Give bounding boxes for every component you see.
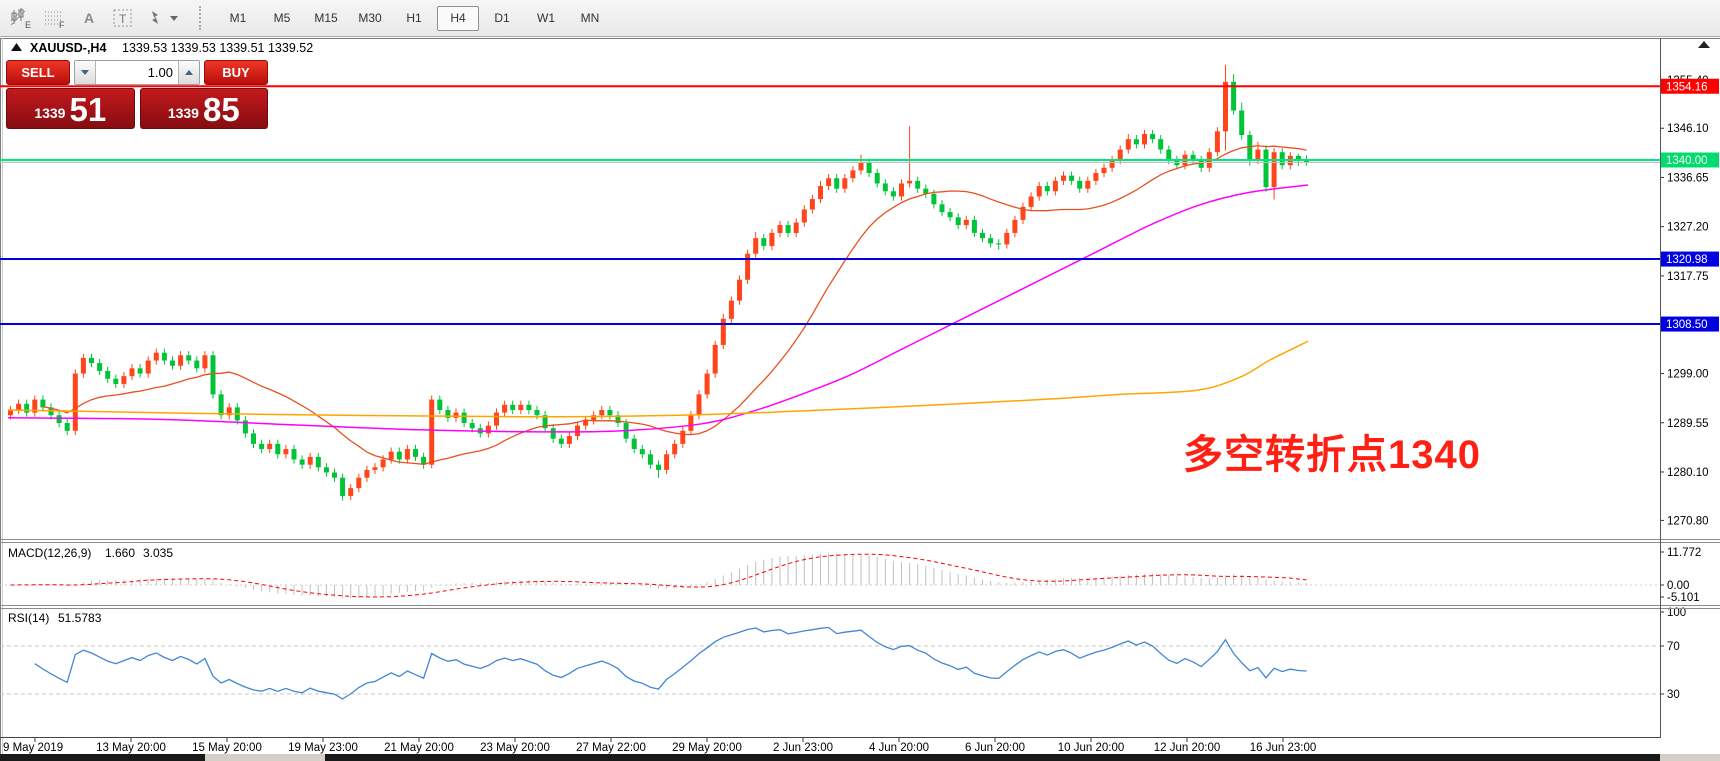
sell-price-big: 51 <box>69 91 106 129</box>
svg-text:23 May 20:00: 23 May 20:00 <box>480 742 550 754</box>
svg-text:1270.80: 1270.80 <box>1667 515 1709 527</box>
h-scrollbar-corner <box>1660 754 1720 761</box>
timeframe-m1[interactable]: M1 <box>217 6 259 31</box>
panel-separators <box>0 38 1720 738</box>
macd-signal-value: 3.035 <box>143 546 173 560</box>
volume-spinner <box>74 60 200 85</box>
grid-icon[interactable]: F <box>39 4 71 32</box>
buy-price-display[interactable]: 1339 85 <box>140 88 269 129</box>
svg-text:1280.10: 1280.10 <box>1667 467 1709 479</box>
svg-text:1299.00: 1299.00 <box>1667 369 1709 381</box>
svg-text:12 Jun 20:00: 12 Jun 20:00 <box>1154 742 1221 754</box>
timeframe-h4[interactable]: H4 <box>437 6 479 31</box>
scroll-top-icon[interactable] <box>1698 41 1710 48</box>
timeframe-m30[interactable]: M30 <box>349 6 391 31</box>
svg-text:16 Jun 23:00: 16 Jun 23:00 <box>1250 742 1317 754</box>
macd-panel: 11.772 0.00-5.101 <box>0 547 1701 604</box>
price-axis: 1355.401346.101336.651327.201317.751308.… <box>1660 75 1709 528</box>
svg-text:27 May 22:00: 27 May 22:00 <box>576 742 646 754</box>
svg-text:30: 30 <box>1667 689 1680 701</box>
trade-price-row: 1339 51 1339 85 <box>6 88 268 129</box>
timeframe-m5[interactable]: M5 <box>261 6 303 31</box>
timeframe-w1[interactable]: W1 <box>525 6 567 31</box>
h-scrollbar <box>0 754 1720 761</box>
svg-text:1340.00: 1340.00 <box>1666 155 1708 167</box>
svg-text:1346.10: 1346.10 <box>1667 123 1709 135</box>
svg-text:0.00: 0.00 <box>1667 580 1689 592</box>
candlestick-chart-icon[interactable]: E <box>5 4 37 32</box>
annotation-text: 多空转折点1340 <box>1183 433 1481 477</box>
cursor-arrows-glyph <box>144 7 184 29</box>
svg-text:1327.20: 1327.20 <box>1667 222 1709 234</box>
chevron-down-icon <box>81 70 89 79</box>
font-a-glyph: A <box>77 7 101 29</box>
cursor-arrows-icon[interactable] <box>141 4 187 32</box>
buy-price-small: 1339 <box>168 105 199 121</box>
svg-text:1336.65: 1336.65 <box>1667 172 1709 184</box>
symbol-collapse-icon[interactable] <box>11 43 22 51</box>
window-borders <box>0 38 1720 761</box>
svg-text:1317.75: 1317.75 <box>1667 271 1709 283</box>
svg-text:15 May 20:00: 15 May 20:00 <box>192 742 262 754</box>
toolbar: E F A T <box>0 0 1720 37</box>
rsi-label: RSI(14) <box>8 611 49 625</box>
timeframe-h1[interactable]: H1 <box>393 6 435 31</box>
svg-text:9 May 2019: 9 May 2019 <box>3 742 63 754</box>
chevron-up-icon <box>185 66 193 75</box>
moving-averages-layer <box>8 146 1308 465</box>
sell-price-display[interactable]: 1339 51 <box>6 88 135 129</box>
macd-value: 1.660 <box>105 546 135 560</box>
sell-price-small: 1339 <box>34 105 65 121</box>
rsi-value: 51.5783 <box>58 611 102 625</box>
svg-text:21 May 20:00: 21 May 20:00 <box>384 742 454 754</box>
candles-layer <box>8 65 1309 501</box>
svg-text:19 May 23:00: 19 May 23:00 <box>288 742 358 754</box>
timeframe-m15[interactable]: M15 <box>305 6 347 31</box>
volume-input[interactable] <box>96 61 178 84</box>
chart-symbol-title: XAUUSD-,H4 <box>30 41 106 55</box>
svg-text:29 May 20:00: 29 May 20:00 <box>672 742 742 754</box>
timeframe-d1[interactable]: D1 <box>481 6 523 31</box>
svg-text:1320.98: 1320.98 <box>1666 254 1708 266</box>
svg-text:11.772: 11.772 <box>1667 547 1701 559</box>
toolbar-separator <box>199 6 207 30</box>
price-axis-tags: 1354.16 1340.00 1320.98 1308.50 <box>1661 79 1719 332</box>
chart-ohlc-values: 1339.53 1339.53 1339.51 1339.52 <box>122 41 313 55</box>
svg-text:70: 70 <box>1667 641 1680 653</box>
svg-text:E: E <box>25 20 31 29</box>
volume-increase-button[interactable] <box>178 61 199 84</box>
candlestick-chart-glyph: E <box>9 7 33 29</box>
one-click-trading-panel: SELL BUY 1339 51 1339 85 <box>6 60 268 129</box>
buy-price-big: 85 <box>203 91 240 129</box>
rsi-panel: 1007030 <box>0 607 1686 701</box>
text-label-icon[interactable]: T <box>107 4 139 32</box>
macd-label: MACD(12,26,9) <box>8 546 91 560</box>
svg-text:F: F <box>59 20 65 29</box>
svg-text:1308.50: 1308.50 <box>1666 319 1708 331</box>
svg-text:T: T <box>119 12 127 26</box>
svg-text:6 Jun 20:00: 6 Jun 20:00 <box>965 742 1025 754</box>
svg-text:-5.101: -5.101 <box>1667 592 1700 604</box>
svg-text:A: A <box>84 10 94 26</box>
svg-text:4 Jun 20:00: 4 Jun 20:00 <box>869 742 929 754</box>
text-label-glyph: T <box>111 7 135 29</box>
mt4-window: E F A T <box>0 0 1720 761</box>
svg-text:13 May 20:00: 13 May 20:00 <box>96 742 166 754</box>
sell-button[interactable]: SELL <box>6 60 70 85</box>
volume-decrease-button[interactable] <box>75 61 96 84</box>
svg-text:1289.55: 1289.55 <box>1667 418 1709 430</box>
time-axis: 9 May 2019 13 May 20:00 15 May 20:00 19 May… <box>3 738 1316 754</box>
h-scrollbar-thumb[interactable] <box>205 754 325 761</box>
svg-text:2 Jun 23:00: 2 Jun 23:00 <box>773 742 833 754</box>
trade-order-row: SELL BUY <box>6 60 268 85</box>
svg-text:1354.16: 1354.16 <box>1666 81 1708 93</box>
grid-glyph: F <box>43 7 67 29</box>
svg-text:10 Jun 20:00: 10 Jun 20:00 <box>1058 742 1125 754</box>
buy-button[interactable]: BUY <box>204 60 268 85</box>
timeframe-mn[interactable]: MN <box>569 6 611 31</box>
font-a-icon[interactable]: A <box>73 4 105 32</box>
